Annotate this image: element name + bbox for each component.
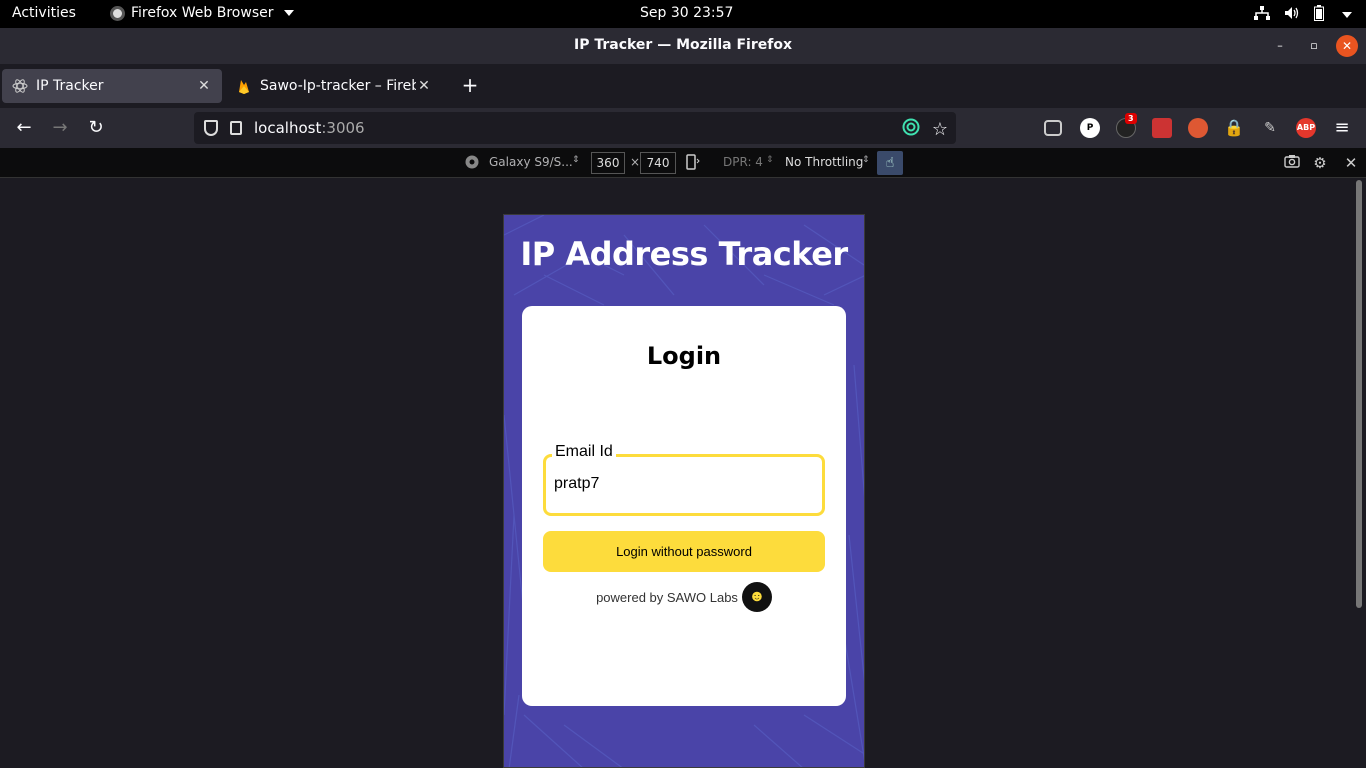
login-card: Login Email Id Login without password po… <box>522 306 846 706</box>
close-window-button[interactable]: ✕ <box>1336 35 1358 57</box>
firebase-icon <box>236 78 252 94</box>
dimension-separator: × <box>630 155 641 169</box>
powered-by-text: powered by SAWO Labs <box>596 589 738 605</box>
tab-ip-tracker[interactable]: IP Tracker ✕ <box>2 69 222 103</box>
firefox-icon <box>110 5 125 21</box>
adblock-plus-icon[interactable]: ABP <box>1296 118 1316 138</box>
network-icon <box>1254 6 1270 24</box>
extension-badge-icon[interactable]: 3 <box>1116 113 1137 138</box>
touch-simulation-icon[interactable]: ☝ <box>877 151 903 175</box>
os-top-bar: Activities Firefox Web Browser Sep 30 23… <box>0 0 1366 28</box>
url-bar[interactable]: localhost:3006 ☆ <box>194 112 956 144</box>
react-icon <box>12 78 28 94</box>
shield-icon[interactable] <box>204 120 218 136</box>
system-tray[interactable] <box>1254 5 1352 25</box>
email-label: Email Id <box>552 443 616 461</box>
lock-icon[interactable]: 🔒 <box>1224 118 1244 138</box>
maximize-button[interactable]: ▫ <box>1304 36 1324 56</box>
page-scrollbar[interactable] <box>1356 180 1362 608</box>
device-selector-chevron-icon: ⇕ <box>572 155 580 165</box>
bookmark-star-icon[interactable]: ☆ <box>932 119 948 140</box>
chrome-icon <box>465 155 479 172</box>
settings-gear-icon[interactable]: ⚙ <box>1310 153 1330 173</box>
tab-firebase[interactable]: Sawo-Ip-tracker – Firebas ✕ <box>226 69 442 103</box>
hamburger-menu-icon[interactable]: ≡ <box>1330 116 1354 140</box>
app-menu[interactable]: Firefox Web Browser <box>110 5 294 21</box>
responsive-design-toolbar: Galaxy S9/S... ⇕ 360 × 740 DPR: 4 ⇕ No T… <box>0 148 1366 178</box>
chevron-down-icon <box>283 10 294 16</box>
email-input[interactable] <box>554 475 814 493</box>
page-heading: IP Address Tracker <box>520 235 848 273</box>
url-host: localhost:3006 <box>254 119 365 137</box>
close-tab-icon[interactable]: ✕ <box>196 78 212 94</box>
activities-button[interactable]: Activities <box>12 5 76 21</box>
window-title-bar: IP Tracker — Mozilla Firefox – ▫ ✕ <box>0 28 1366 64</box>
p-extension-icon[interactable]: P <box>1080 118 1100 138</box>
login-title: Login <box>646 342 722 370</box>
minimize-button[interactable]: – <box>1270 36 1290 56</box>
close-tab-icon[interactable]: ✕ <box>416 78 432 94</box>
throttling-chevron-icon: ⇕ <box>862 155 870 165</box>
screenshot-camera-icon[interactable] <box>1282 153 1302 173</box>
extension-badge-count: 3 <box>1125 113 1137 124</box>
pen-icon[interactable]: ✎ <box>1260 118 1280 138</box>
new-tab-button[interactable]: + <box>458 74 482 98</box>
device-selector[interactable]: Galaxy S9/S... <box>489 155 573 169</box>
reload-button[interactable]: ↻ <box>84 116 108 140</box>
tab-label: Sawo-Ip-tracker – Firebas <box>260 78 416 94</box>
tracking-icon[interactable] <box>902 118 920 140</box>
tab-bar: IP Tracker ✕ Sawo-Ip-tracker – Firebas ✕… <box>0 64 1366 108</box>
back-button[interactable]: ← <box>12 116 36 140</box>
viewport-height-input[interactable]: 740 <box>640 152 676 174</box>
duckduckgo-icon[interactable] <box>1188 118 1208 138</box>
clock[interactable]: Sep 30 23:57 <box>640 5 733 21</box>
forward-button[interactable]: → <box>48 116 72 140</box>
tab-label: IP Tracker <box>36 78 104 94</box>
viewport-width-input[interactable]: 360 <box>591 152 625 174</box>
pocket-icon[interactable] <box>1044 120 1062 136</box>
close-rdm-icon[interactable]: ✕ <box>1341 153 1361 173</box>
page-icon[interactable] <box>230 121 242 135</box>
rotate-icon[interactable] <box>686 154 700 173</box>
mobile-viewport: IP Address Tracker Login Email Id Login … <box>503 214 865 768</box>
battery-icon <box>1314 5 1324 25</box>
dpr-selector[interactable]: DPR: 4 <box>723 155 763 169</box>
system-menu-chevron-icon <box>1342 12 1352 18</box>
nav-bar: ← → ↻ localhost:3006 ☆ P 3 🔒 ✎ ABP ≡ <box>0 108 1366 148</box>
email-field[interactable]: Email Id <box>543 443 825 516</box>
throttling-selector[interactable]: No Throttling <box>785 155 863 169</box>
window-title: IP Tracker — Mozilla Firefox <box>573 37 792 53</box>
app-name: Firefox Web Browser <box>131 5 274 21</box>
login-without-password-button[interactable]: Login without password <box>543 531 825 572</box>
dpr-chevron-icon: ⇕ <box>766 155 774 165</box>
sawo-logo-icon: ☻ <box>741 582 772 612</box>
volume-icon <box>1284 6 1300 24</box>
extension-icon[interactable] <box>1152 118 1172 138</box>
powered-by[interactable]: powered by SAWO Labs ☻ <box>522 582 846 612</box>
